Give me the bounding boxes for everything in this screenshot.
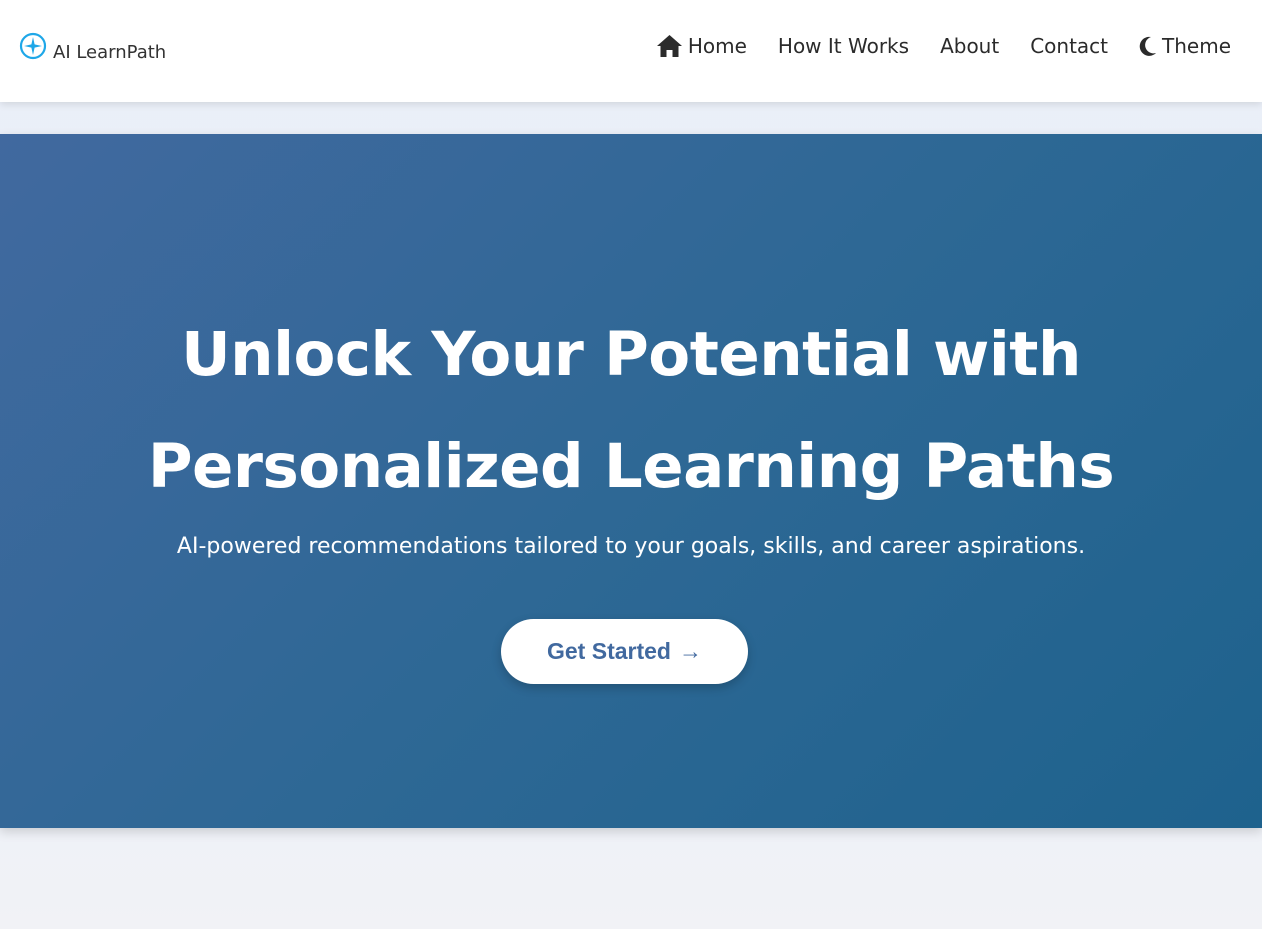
compass-icon [19,32,47,60]
nav-contact[interactable]: Contact [1030,34,1108,58]
arrow-right-icon: → [678,638,702,664]
nav-contact-label: Contact [1030,34,1109,58]
theme-toggle-label: Theme [1162,34,1231,58]
brand-name: AI LearnPath [53,41,167,63]
hero-title: Unlock Your Potential with Personalized … [0,299,1262,523]
hero-section: Unlock Your Potential with Personalized … [0,134,1262,828]
nav-about[interactable]: About [940,34,999,58]
moon-icon [1139,36,1157,56]
get-started-button[interactable]: Get Started → [501,619,748,684]
theme-toggle[interactable]: Theme [1139,34,1231,58]
hero-title-line1: Unlock Your Potential with [181,319,1081,390]
nav-how-it-works[interactable]: How It Works [778,34,909,58]
get-started-label: Get Started [547,638,671,664]
nav-how-it-works-label: How It Works [777,34,910,58]
home-icon [656,34,683,58]
nav-home-label: Home [687,34,747,58]
nav-links: Home How It Works About Contact Theme [656,34,1231,58]
hero-title-line2: Personalized Learning Paths [147,431,1115,502]
brand-logo-link[interactable]: AI LearnPath [19,32,166,63]
nav-about-label: About [940,34,1000,58]
nav-home[interactable]: Home [656,34,747,58]
hero-subtitle: AI-powered recommendations tailored to y… [176,534,1086,559]
navbar: AI LearnPath Home How It Works About Con… [0,0,1262,102]
